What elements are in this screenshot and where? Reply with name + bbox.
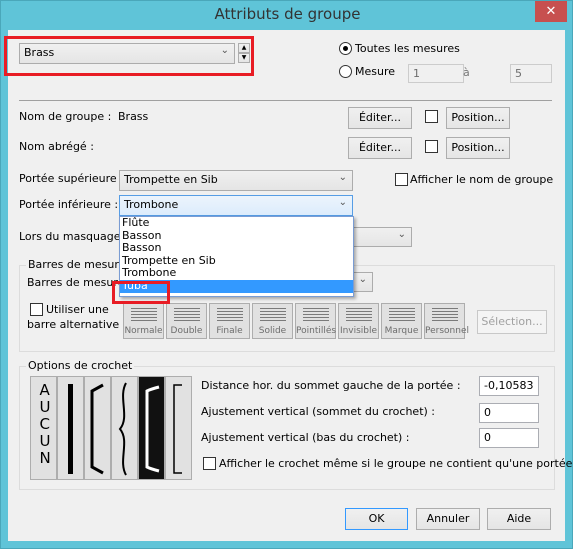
ok-button[interactable]: OK [345, 508, 408, 530]
cancel-button[interactable]: Annuler [416, 508, 480, 530]
dropdown-option[interactable]: Flûte [120, 216, 353, 230]
barline-label: Finale [216, 326, 243, 336]
barline-custom-button[interactable]: Personnel [424, 303, 469, 339]
bracket-brace-button[interactable] [111, 376, 138, 480]
top-staff-select[interactable]: Trompette en Sib ⌄ [119, 170, 353, 191]
dropdown-option[interactable]: Trombone [120, 267, 353, 280]
all-measures-label: Toutes les mesures [355, 42, 460, 55]
barline-dashed-icon [303, 308, 329, 322]
bracket-line-button[interactable] [57, 376, 84, 480]
alt-barline-label-2: barre alternative [27, 318, 120, 331]
from-measure-input[interactable]: 1 [408, 64, 464, 83]
bottom-staff-label: Portée inférieure : [19, 198, 119, 211]
single-staff-bracket-label: Afficher le crochet même si le groupe ne… [219, 457, 573, 470]
abbr-position-button[interactable]: Position... [446, 137, 510, 159]
barline-double-button[interactable]: Double [166, 303, 207, 339]
group-name-label: Nom de groupe : [19, 110, 112, 123]
bracket-thick-icon [90, 383, 104, 475]
chevron-down-icon: ⌄ [358, 274, 367, 285]
bottom-adjust-label: Ajustement vertical (bas du crochet) : [201, 431, 410, 444]
barline-dashed-button[interactable]: Pointillés [295, 303, 336, 339]
bracket-none-label: AUCUN [39, 381, 51, 467]
barline-tick-button[interactable]: Marque [381, 303, 422, 339]
abbr-name-label: Nom abrégé : [19, 140, 94, 153]
barline-invisible-icon [346, 308, 372, 322]
top-staff-value: Trompette en Sib [124, 173, 218, 186]
bracket-group-title: Options de crochet [26, 359, 135, 372]
to-label: à [463, 66, 470, 79]
close-button[interactable]: ✕ [535, 1, 567, 22]
distance-input[interactable]: -0,10583 [479, 376, 539, 396]
bracket-thin-icon [173, 384, 182, 474]
barline-label: Double [170, 326, 203, 336]
edit-abbr-button[interactable]: Éditer... [348, 137, 412, 159]
edit-name-button[interactable]: Éditer... [348, 107, 412, 129]
to-measure-input[interactable]: 5 [510, 64, 552, 83]
barline-double-icon [174, 308, 200, 322]
bracket-curved-icon [145, 385, 160, 473]
barline-custom-icon [432, 308, 458, 322]
barline-final-icon [217, 308, 243, 322]
bottom-staff-value: Trombone [124, 198, 179, 211]
name-position-button[interactable]: Position... [446, 107, 510, 129]
dialog-body: Brass ⌄ ▲ ▼ Toutes les mesures Mesure 1 à… [4, 30, 572, 541]
top-adjust-label: Ajustement vertical (sommet du crochet) … [201, 405, 436, 418]
barline-normal-icon [131, 308, 157, 322]
barline-label: Pointillés [296, 326, 337, 336]
alt-barline-checkbox[interactable] [30, 303, 43, 316]
measure-radio[interactable] [339, 65, 352, 78]
name-position-checkbox[interactable] [425, 110, 438, 123]
bottom-adjust-input[interactable]: 0 [479, 428, 539, 448]
chevron-down-icon: ⌄ [397, 229, 406, 240]
barline-tick-icon [389, 308, 415, 322]
show-group-name-checkbox[interactable] [395, 173, 408, 186]
bracket-curved-button[interactable] [138, 376, 165, 480]
barline-invisible-button[interactable]: Invisible [338, 303, 379, 339]
barlines-label: Barres de mesure [27, 276, 125, 289]
annotation-box [112, 281, 170, 304]
barline-label: Solide [258, 326, 287, 336]
bracket-thin-button[interactable] [165, 376, 192, 480]
barline-solid-button[interactable]: Solide [252, 303, 293, 339]
single-staff-bracket-checkbox[interactable] [203, 457, 216, 470]
barline-solid-icon [260, 308, 286, 322]
distance-label: Distance hor. du sommet gauche de la por… [201, 379, 461, 392]
abbr-position-checkbox[interactable] [425, 140, 438, 153]
alt-barline-label-1: Utiliser une [46, 303, 109, 316]
top-staff-label: Portée supérieure : [19, 172, 124, 185]
chevron-down-icon: ⌄ [338, 172, 347, 183]
group-name-value: Brass [118, 110, 149, 123]
chevron-down-icon: ⌄ [338, 197, 347, 208]
show-group-name-label: Afficher le nom de groupe [410, 173, 554, 186]
separator [19, 100, 552, 101]
bracket-none-button[interactable]: AUCUN [30, 376, 57, 480]
barlines-group-title: Barres de mesure [26, 258, 128, 271]
selection-button[interactable]: Sélection... [477, 310, 547, 334]
dropdown-option[interactable]: Basson [120, 242, 353, 255]
barline-label: Personnel [425, 326, 469, 336]
barline-normal-button[interactable]: Normale [123, 303, 164, 339]
barline-label: Normale [124, 326, 163, 336]
barline-final-button[interactable]: Finale [209, 303, 250, 339]
annotation-box [4, 36, 254, 76]
brace-icon [118, 382, 127, 476]
bracket-line-icon [68, 384, 73, 474]
window-title: Attributs de groupe [214, 5, 361, 23]
all-measures-radio[interactable] [339, 42, 352, 55]
bracket-thick-button[interactable] [84, 376, 111, 480]
barline-label: Invisible [339, 326, 378, 336]
help-button[interactable]: Aide [487, 508, 551, 530]
bottom-staff-select[interactable]: Trombone ⌄ [119, 195, 353, 216]
measure-label: Mesure [355, 65, 396, 78]
barline-label: Marque [384, 326, 419, 336]
top-adjust-input[interactable]: 0 [479, 403, 539, 423]
